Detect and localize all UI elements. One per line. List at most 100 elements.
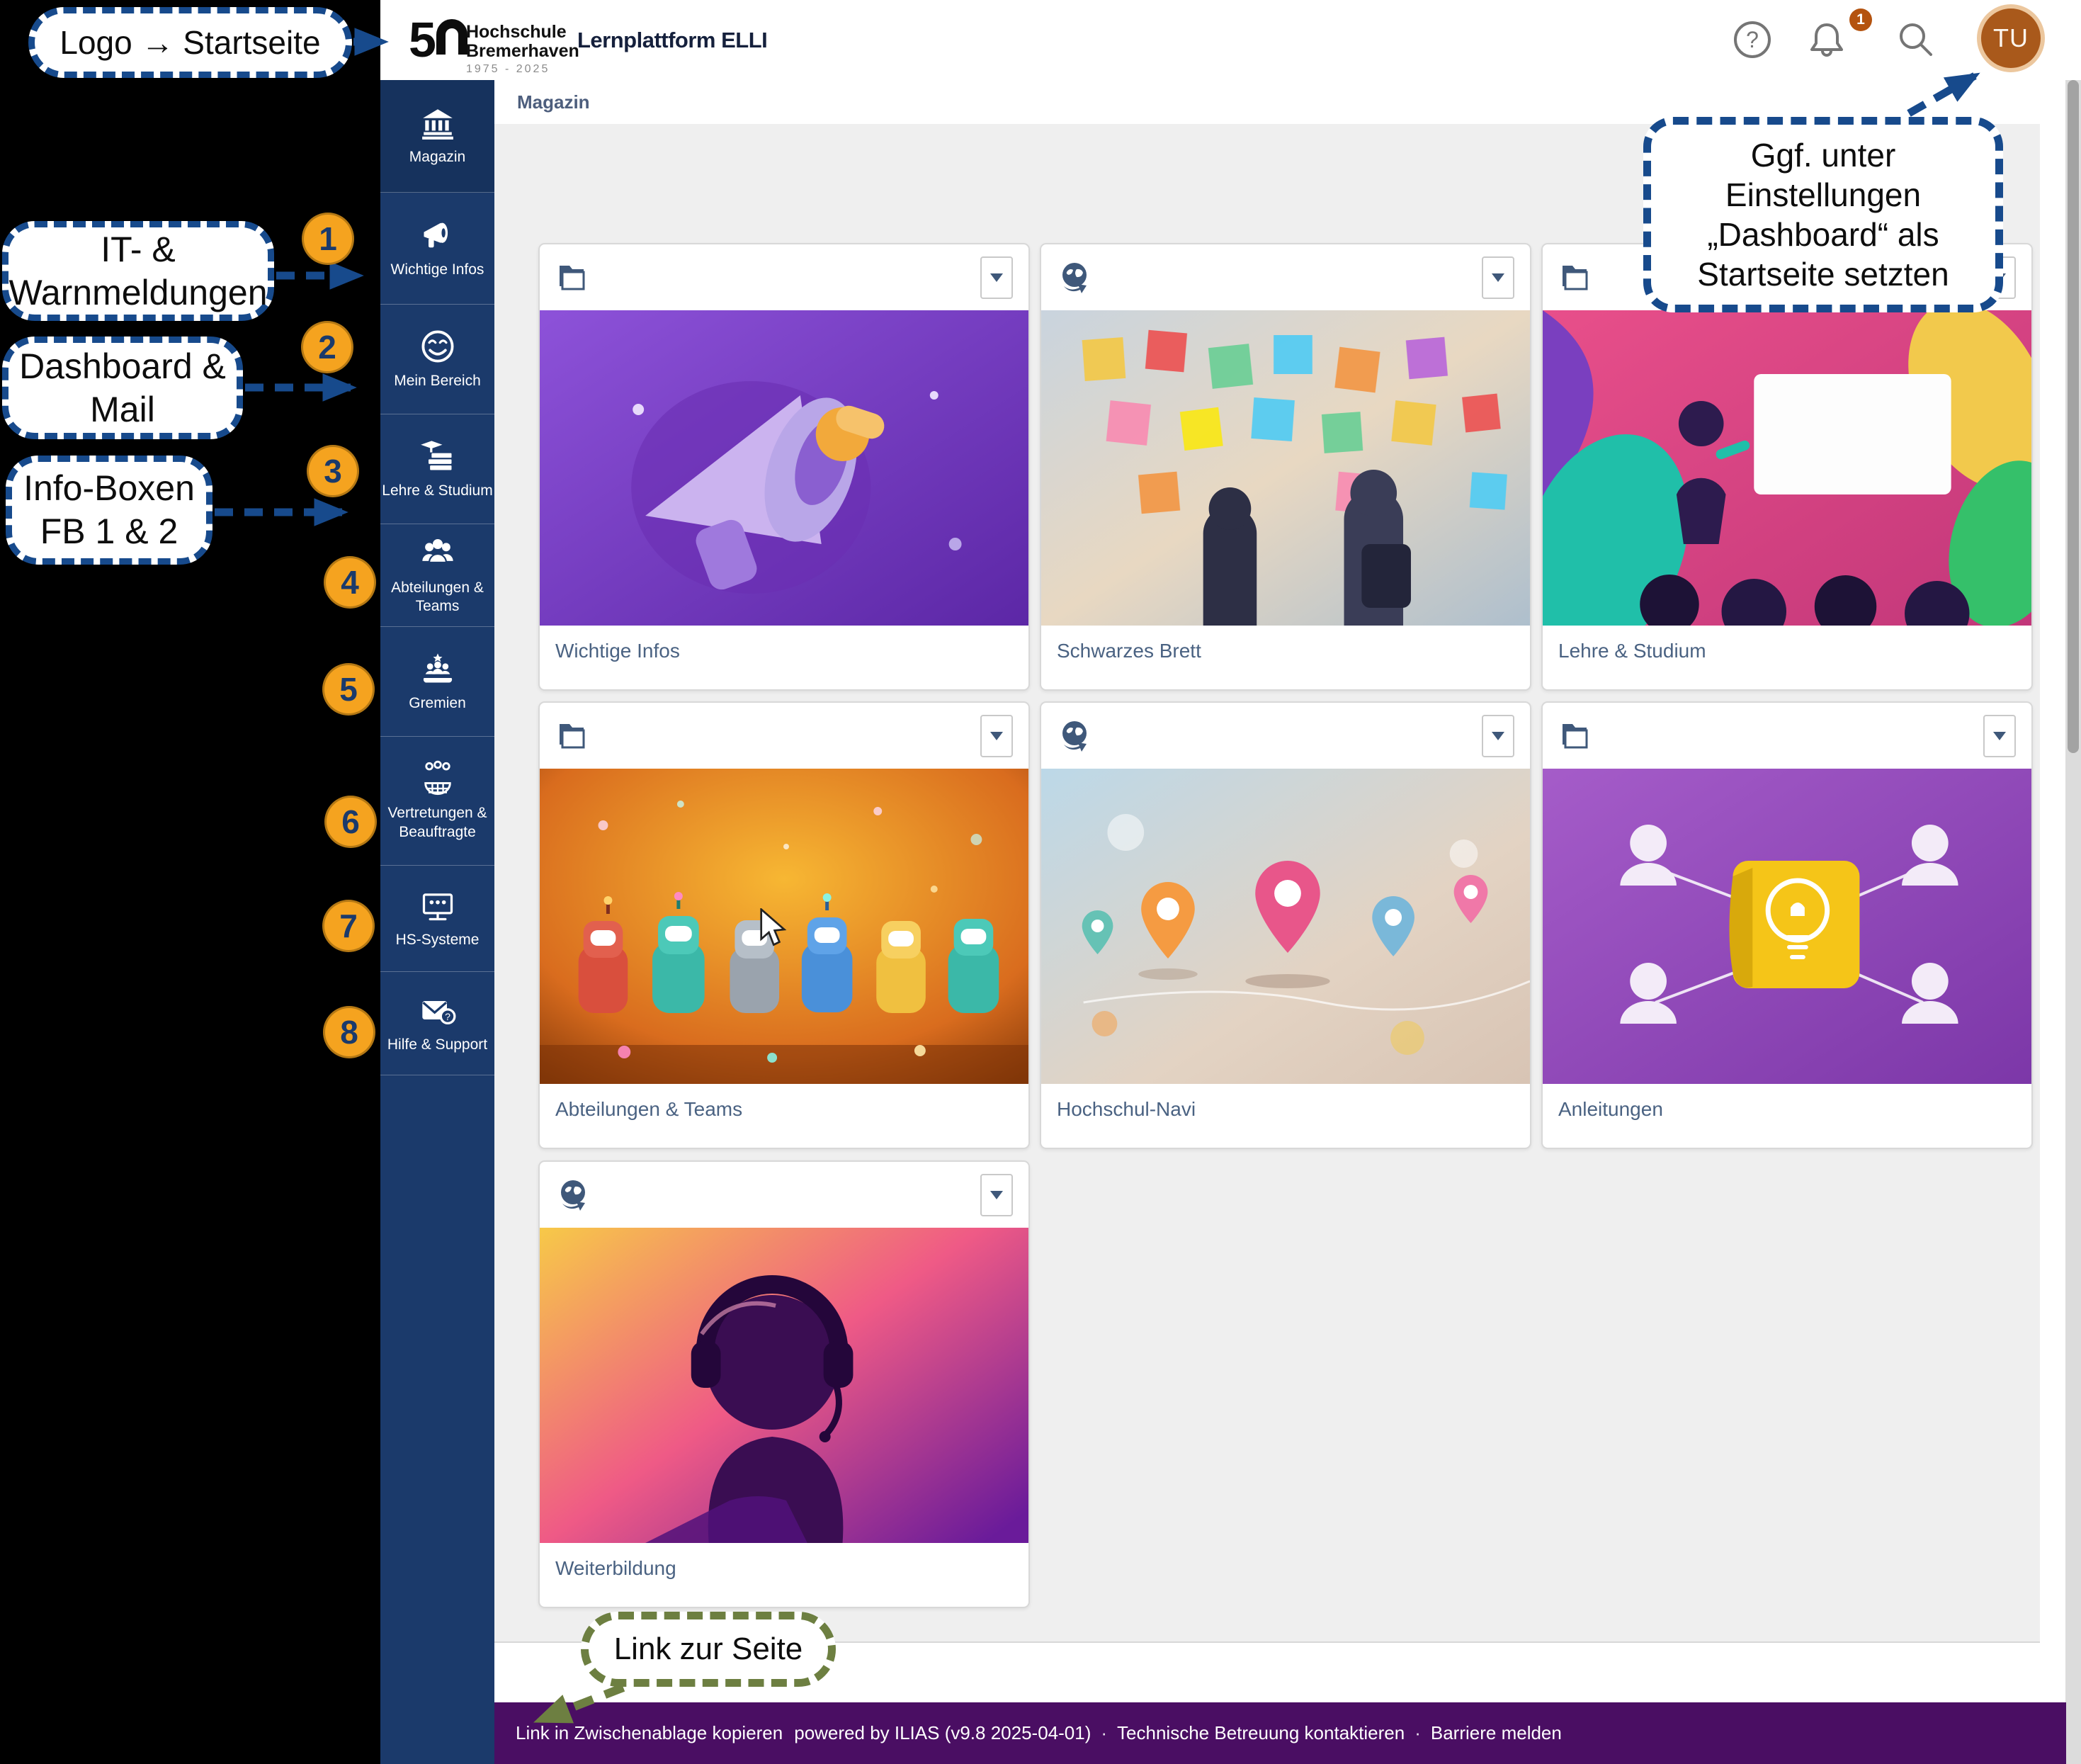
footer-separator: ·: [1414, 1722, 1421, 1744]
card-title[interactable]: Wichtige Infos: [540, 626, 1028, 662]
page-title: Lernplattform ELLI: [577, 0, 767, 80]
annotation-dashboard-mail: Dashboard & Mail: [2, 337, 243, 439]
sidebar-item-hilfe-support[interactable]: ? Hilfe & Support: [380, 972, 494, 1075]
card-actions-dropdown[interactable]: [980, 715, 1013, 757]
annotation-number-5: 5: [322, 663, 375, 716]
committee-icon: [419, 650, 456, 687]
svg-text:?: ?: [445, 1011, 450, 1022]
card-image-megaphone: [540, 310, 1028, 626]
folder-icon: [555, 720, 588, 752]
card-title[interactable]: Anleitungen: [1543, 1084, 2031, 1121]
search-button[interactable]: [1893, 17, 1939, 62]
card-wichtige-infos[interactable]: Wichtige Infos: [538, 243, 1030, 691]
annotation-link-zur-seite: Link zur Seite: [581, 1612, 836, 1687]
sidebar-item-gremien[interactable]: Gremien: [380, 627, 494, 737]
annotation-text: Ggf. unter: [1751, 135, 1896, 175]
globe-people-icon: [419, 760, 456, 797]
logo-name-line2: Bremerhaven: [466, 42, 579, 61]
card-title[interactable]: Hochschul-Navi: [1041, 1084, 1530, 1121]
sidebar-item-vertretungen-beauftragte[interactable]: Vertretungen & Beauftragte: [380, 737, 494, 866]
annotation-text: Einstellungen: [1725, 175, 1921, 215]
annotation-number-8: 8: [323, 1006, 375, 1058]
annotation-text: Logo → Startseite: [59, 23, 320, 62]
logo-arch-zero: [436, 19, 467, 55]
sidebar-item-label: Hilfe & Support: [382, 1036, 494, 1054]
people-group-icon: [419, 535, 456, 572]
folder-icon: [1558, 261, 1591, 294]
sidebar-item-lehre-studium[interactable]: Lehre & Studium: [380, 414, 494, 524]
link-icon: [555, 1178, 589, 1212]
chevron-down-icon: [990, 273, 1003, 282]
chevron-down-icon: [990, 1191, 1003, 1199]
logo-name-line1: Hochschule: [466, 23, 579, 42]
sidebar-item-hs-systeme[interactable]: HS-Systeme: [380, 866, 494, 972]
chevron-down-icon: [1993, 732, 2006, 740]
sidebar-item-label: Mein Bereich: [382, 372, 494, 390]
sidebar-item-label: Magazin: [382, 148, 494, 166]
folder-icon: [1558, 720, 1591, 752]
card-schwarzes-brett[interactable]: Schwarzes Brett: [1040, 243, 1531, 691]
hochschule-bremerhaven-logo[interactable]: 50 5 Hochschule Bremerhaven 1975 - 2025: [409, 6, 579, 74]
card-actions-dropdown[interactable]: [980, 256, 1013, 299]
card-image-map-pins: [1041, 769, 1530, 1084]
card-anleitungen[interactable]: Anleitungen: [1541, 701, 2033, 1149]
bell-icon: [1806, 19, 1847, 60]
scrollbar-thumb[interactable]: [2068, 80, 2079, 753]
card-weiterbildung[interactable]: Weiterbildung: [538, 1160, 1030, 1608]
sidebar-item-label: Gremien: [382, 694, 494, 713]
sidebar-item-magazin[interactable]: Magazin: [380, 80, 494, 193]
card-image-idea-cube: [1543, 769, 2031, 1084]
annotation-text: Warnmeldungen: [8, 271, 267, 315]
smiley-icon: [419, 328, 456, 365]
card-title[interactable]: Lehre & Studium: [1543, 626, 2031, 662]
mail-help-icon: ?: [419, 992, 456, 1029]
footer-bar: Link in Zwischenablage kopieren powered …: [494, 1702, 2066, 1764]
annotation-it-warnmeldungen: IT- & Warnmeldungen: [2, 221, 274, 321]
annotation-text: IT- &: [101, 228, 176, 271]
card-title[interactable]: Abteilungen & Teams: [540, 1084, 1028, 1121]
help-button[interactable]: ?: [1730, 17, 1775, 62]
card-title[interactable]: Weiterbildung: [540, 1543, 1028, 1580]
chevron-down-icon: [1492, 732, 1504, 740]
screenshot-root: 50 5 Hochschule Bremerhaven 1975 - 2025 …: [0, 0, 2081, 1764]
link-icon: [1057, 261, 1091, 295]
annotation-number-4: 4: [324, 556, 376, 609]
notifications-button[interactable]: [1804, 17, 1849, 62]
logo-50-mark: 50 5: [409, 18, 467, 62]
card-hochschul-navi[interactable]: Hochschul-Navi: [1040, 701, 1531, 1149]
books-graduation-icon: [419, 438, 456, 475]
chevron-down-icon: [990, 732, 1003, 740]
card-title[interactable]: Schwarzes Brett: [1041, 626, 1530, 662]
bank-icon: [420, 106, 455, 141]
search-icon: [1895, 19, 1937, 60]
sidebar-item-label: Wichtige Infos: [382, 261, 494, 279]
footer-support-link[interactable]: Technische Betreuung kontaktieren: [1117, 1722, 1405, 1744]
card-actions-dropdown[interactable]: [1482, 256, 1514, 299]
top-header-bar: 50 5 Hochschule Bremerhaven 1975 - 2025 …: [380, 0, 2081, 81]
card-actions-dropdown[interactable]: [1482, 715, 1514, 757]
annotation-text: Mail: [90, 388, 155, 431]
sidebar-item-mein-bereich[interactable]: Mein Bereich: [380, 305, 494, 414]
mouse-cursor: [759, 908, 792, 951]
sidebar-item-abteilungen-teams[interactable]: Abteilungen & Teams: [380, 524, 494, 627]
logo-anniversary-years: 1975 - 2025: [466, 63, 579, 76]
megaphone-icon: [419, 217, 456, 254]
user-avatar[interactable]: TU: [1977, 4, 2045, 72]
card-image-headphones-person: [540, 1228, 1028, 1543]
main-navigation-sidebar: Magazin Wichtige Infos Mein Bereich: [380, 80, 494, 1764]
monitor-password-icon: [419, 887, 456, 924]
sidebar-item-label: Abteilungen & Teams: [382, 579, 494, 616]
card-actions-dropdown[interactable]: [1983, 715, 2016, 757]
footer-separator: ·: [1101, 1722, 1107, 1744]
card-actions-dropdown[interactable]: [980, 1174, 1013, 1216]
footer-powered-by[interactable]: powered by ILIAS (v9.8 2025-04-01): [794, 1722, 1091, 1744]
sidebar-item-wichtige-infos[interactable]: Wichtige Infos: [380, 193, 494, 305]
link-icon: [1057, 719, 1091, 753]
footer-copy-link[interactable]: Link in Zwischenablage kopieren: [516, 1722, 783, 1744]
footer-barrier-link[interactable]: Barriere melden: [1431, 1722, 1562, 1744]
annotation-number-3: 3: [307, 445, 359, 497]
folder-icon: [555, 261, 588, 294]
annotation-text: FB 1 & 2: [40, 510, 178, 553]
annotation-text: Info-Boxen: [23, 467, 195, 510]
breadcrumb[interactable]: Magazin: [517, 91, 590, 113]
